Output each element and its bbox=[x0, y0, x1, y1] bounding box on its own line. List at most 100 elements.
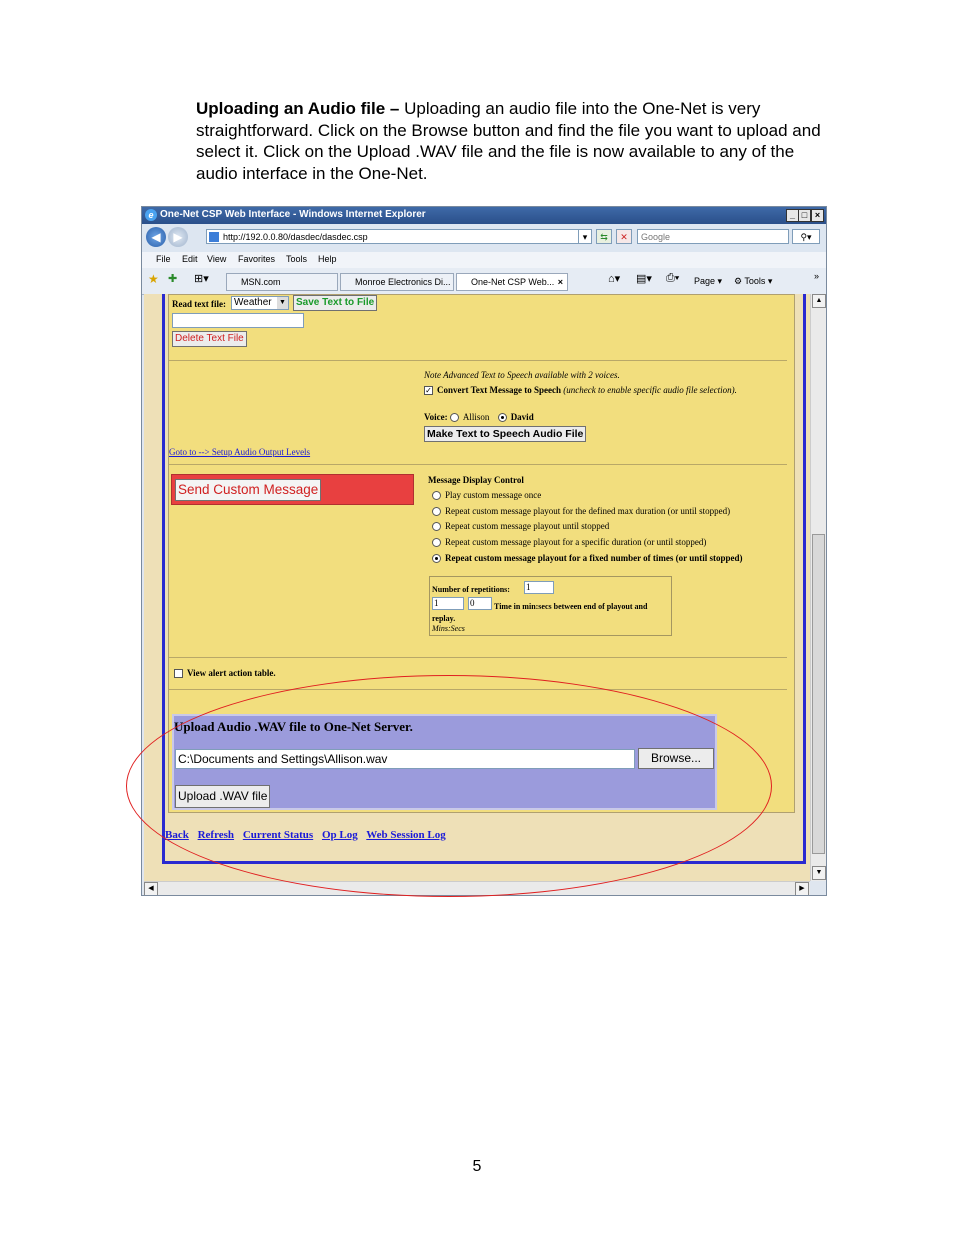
menu-favorites[interactable]: Favorites bbox=[238, 254, 275, 264]
voice-david-radio[interactable] bbox=[497, 413, 507, 423]
tab-monroe[interactable]: Monroe Electronics Di... bbox=[340, 273, 454, 291]
menu-view[interactable]: View bbox=[207, 254, 226, 264]
voice-david-label: David bbox=[510, 412, 534, 422]
option-radio[interactable] bbox=[432, 491, 441, 501]
page-icon bbox=[209, 232, 219, 242]
content-frame: Read text file: Weather ▼ Save Text to Fi… bbox=[162, 294, 806, 864]
convert-label: Convert Text Message to Speech bbox=[437, 385, 561, 395]
horizontal-scrollbar[interactable]: ◀ ▶ bbox=[144, 881, 810, 895]
tts-button[interactable]: Make Text to Speech Audio File bbox=[424, 426, 587, 442]
refresh-icon[interactable]: ⇆ bbox=[596, 229, 612, 244]
tools-menu[interactable]: ⚙ Tools ▾ bbox=[734, 276, 772, 287]
option-radio[interactable] bbox=[432, 507, 441, 517]
window-title: One-Net CSP Web Interface - Windows Inte… bbox=[160, 209, 426, 220]
tab-msn[interactable]: MSN.com bbox=[226, 273, 338, 291]
scroll-up-icon[interactable]: ▲ bbox=[812, 294, 826, 308]
repetitions-box: Number of repetitions: 1 1 0 Time in min… bbox=[429, 576, 672, 636]
browse-button[interactable]: Browse... bbox=[638, 748, 714, 769]
control-panel: Read text file: Weather ▼ Save Text to Fi… bbox=[168, 294, 795, 813]
divider bbox=[169, 657, 787, 658]
option-fixed-times[interactable]: Repeat custom message playout for a fixe… bbox=[432, 553, 743, 564]
option-label: Repeat custom message playout until stop… bbox=[445, 521, 610, 531]
scroll-down-icon[interactable]: ▼ bbox=[812, 866, 826, 880]
page-menu-label: Page bbox=[694, 276, 716, 286]
refresh-link[interactable]: Refresh bbox=[198, 829, 234, 841]
chevron-icon[interactable]: » bbox=[814, 271, 819, 281]
display-control-title: Message Display Control bbox=[428, 475, 524, 485]
mins-secs-label: Mins:Secs bbox=[432, 624, 465, 633]
voice-row: Voice: Allison David bbox=[424, 412, 534, 423]
print-icon[interactable]: ⎙▾ bbox=[666, 272, 679, 285]
voice-allison-radio[interactable] bbox=[449, 413, 459, 423]
tab-one-net[interactable]: One-Net CSP Web... × bbox=[456, 273, 568, 291]
favorites-star-icon[interactable]: ★ bbox=[148, 272, 159, 286]
page-viewport: Read text file: Weather ▼ Save Text to Fi… bbox=[144, 294, 810, 881]
voice-allison-label: Allison bbox=[462, 412, 490, 422]
upload-wav-button[interactable]: Upload .WAV file bbox=[175, 785, 271, 808]
search-input[interactable]: Google bbox=[637, 229, 789, 244]
op-log-link[interactable]: Op Log bbox=[322, 829, 358, 841]
browser-window: e One-Net CSP Web Interface - Windows In… bbox=[141, 206, 827, 896]
send-custom-message-button[interactable]: Send Custom Message bbox=[175, 479, 322, 501]
tts-note: Note Advanced Text to Speech available w… bbox=[424, 370, 620, 380]
tab-close-icon[interactable]: × bbox=[558, 274, 563, 290]
audio-levels-link[interactable]: Goto to --> Setup Audio Output Levels bbox=[169, 447, 310, 457]
menu-file[interactable]: File bbox=[156, 254, 171, 264]
option-specific-duration[interactable]: Repeat custom message playout for a spec… bbox=[432, 537, 707, 548]
feeds-icon[interactable]: ▤▾ bbox=[636, 272, 652, 285]
vertical-scrollbar[interactable]: ▲ ▼ bbox=[810, 294, 826, 881]
option-until-stopped[interactable]: Repeat custom message playout until stop… bbox=[432, 521, 610, 532]
title-bar: e One-Net CSP Web Interface - Windows In… bbox=[142, 207, 826, 224]
scroll-left-icon[interactable]: ◀ bbox=[144, 882, 158, 895]
read-text-label: Read text file: bbox=[172, 299, 226, 309]
quick-tabs-icon[interactable]: ⊞▾ bbox=[194, 272, 209, 285]
address-input[interactable]: http://192.0.0.80/dasdec/dasdec.csp bbox=[206, 229, 590, 244]
option-radio[interactable] bbox=[432, 522, 441, 532]
read-text-select[interactable]: Weather ▼ bbox=[231, 296, 289, 310]
tools-menu-label: Tools bbox=[744, 276, 766, 286]
menu-tools[interactable]: Tools bbox=[286, 254, 307, 264]
address-dropdown-icon[interactable]: ▾ bbox=[578, 229, 592, 244]
divider bbox=[169, 464, 787, 465]
repetitions-label: Number of repetitions: bbox=[432, 585, 510, 594]
add-favorite-icon[interactable]: ✚ bbox=[168, 272, 177, 285]
voice-label: Voice: bbox=[424, 412, 448, 422]
option-radio[interactable] bbox=[432, 538, 441, 548]
stop-icon[interactable]: ✕ bbox=[616, 229, 632, 244]
select-chevron-icon: ▼ bbox=[277, 297, 288, 309]
save-text-button[interactable]: Save Text to File bbox=[293, 295, 378, 311]
forward-icon[interactable]: ▶ bbox=[168, 227, 188, 247]
convert-checkbox[interactable]: ✓ bbox=[424, 386, 433, 396]
web-session-log-link[interactable]: Web Session Log bbox=[366, 829, 445, 841]
scroll-right-icon[interactable]: ▶ bbox=[795, 882, 809, 895]
tab-one-net-label: One-Net CSP Web... bbox=[471, 277, 555, 287]
send-panel: Send Custom Message bbox=[171, 474, 414, 505]
page-menu[interactable]: Page ▾ bbox=[694, 276, 722, 287]
alert-table-option[interactable]: View alert action table. bbox=[174, 668, 276, 679]
address-text: http://192.0.0.80/dasdec/dasdec.csp bbox=[223, 232, 368, 242]
option-max-duration[interactable]: Repeat custom message playout for the de… bbox=[432, 506, 730, 517]
repetitions-input[interactable]: 1 bbox=[524, 581, 554, 594]
maximize-icon[interactable]: □ bbox=[798, 209, 811, 222]
convert-option: ✓ Convert Text Message to Speech (uncheck… bbox=[424, 384, 754, 397]
search-icon[interactable]: ⚲▾ bbox=[792, 229, 820, 244]
text-file-input[interactable] bbox=[172, 313, 304, 328]
address-bar: ◀ ▶ http://192.0.0.80/dasdec/dasdec.csp … bbox=[142, 224, 826, 252]
option-label: Play custom message once bbox=[445, 490, 542, 500]
option-radio-selected[interactable] bbox=[432, 554, 441, 564]
scroll-thumb[interactable] bbox=[812, 534, 825, 854]
menu-help[interactable]: Help bbox=[318, 254, 337, 264]
alert-table-checkbox[interactable] bbox=[174, 669, 183, 679]
back-icon[interactable]: ◀ bbox=[146, 227, 166, 247]
delete-text-button[interactable]: Delete Text File bbox=[172, 331, 247, 347]
current-status-link[interactable]: Current Status bbox=[243, 829, 313, 841]
convert-hint: (uncheck to enable specific audio file s… bbox=[563, 385, 737, 395]
home-icon[interactable]: ⌂▾ bbox=[608, 272, 620, 285]
back-link[interactable]: Back bbox=[165, 829, 189, 841]
option-label: Repeat custom message playout for a spec… bbox=[445, 537, 707, 547]
upload-panel: Upload Audio .WAV file to One-Net Server… bbox=[172, 714, 717, 810]
upload-path-input[interactable]: C:\Documents and Settings\Allison.wav bbox=[175, 749, 635, 769]
menu-edit[interactable]: Edit bbox=[182, 254, 198, 264]
option-play-once[interactable]: Play custom message once bbox=[432, 490, 542, 501]
close-icon[interactable]: × bbox=[811, 209, 824, 222]
